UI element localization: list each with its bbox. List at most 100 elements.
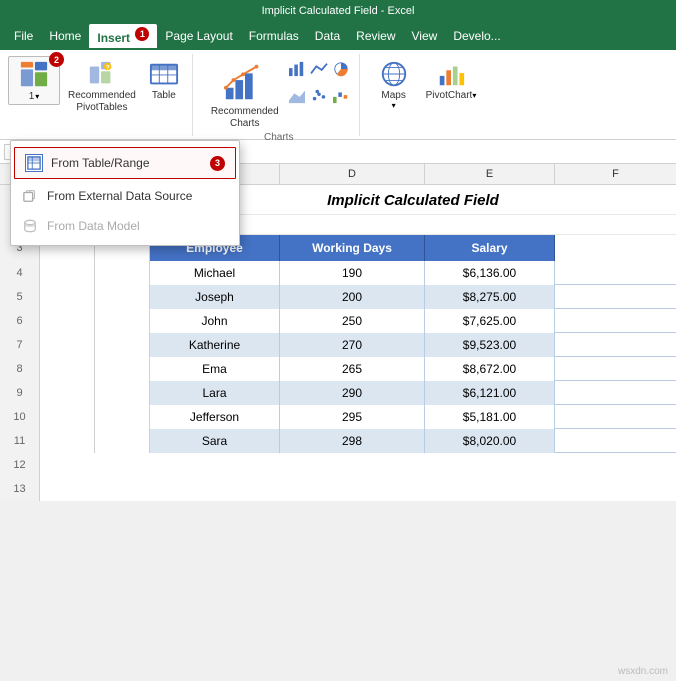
row-num-8: 8 — [0, 357, 40, 381]
cell-ema-days[interactable]: 265 — [280, 357, 425, 381]
title-text: Implicit Calculated Field - Excel — [262, 5, 415, 17]
menu-insert[interactable]: Insert 1 — [89, 24, 157, 48]
cell-michael-days[interactable]: 190 — [280, 261, 425, 285]
row-num-11: 11 — [0, 429, 40, 453]
line-chart-button[interactable] — [309, 60, 329, 83]
cell-lara-days[interactable]: 290 — [280, 381, 425, 405]
row-num-10: 10 — [0, 405, 40, 429]
cell-ema[interactable]: Ema — [150, 357, 280, 381]
menu-formulas[interactable]: Formulas — [241, 26, 307, 46]
table-header-salary[interactable]: Salary — [425, 235, 555, 261]
cell-sara-days[interactable]: 298 — [280, 429, 425, 453]
pivot-chart-button[interactable]: PivotChart ▾ — [422, 56, 481, 103]
from-table-range-badge: 3 — [210, 156, 225, 171]
table-label: Table — [152, 90, 176, 101]
cell-lara-salary[interactable]: $6,121.00 — [425, 381, 555, 405]
bar-chart-button[interactable] — [287, 60, 307, 83]
waterfall-chart-button[interactable] — [331, 87, 351, 110]
pivot-table-button[interactable]: 1 ▾ 2 — [8, 56, 60, 105]
recommended-charts-button[interactable]: RecommendedCharts — [207, 56, 283, 132]
row-12: 12 — [0, 453, 676, 477]
pie-chart-button[interactable] — [331, 60, 351, 83]
menu-data[interactable]: Data — [307, 26, 348, 46]
row-num-13: 13 — [0, 477, 40, 501]
row-10: 10 Jefferson 295 $5,181.00 — [0, 405, 676, 429]
menu-review[interactable]: Review — [348, 26, 403, 46]
row-9: 9 Lara 290 $6,121.00 — [0, 381, 676, 405]
menu-page-layout[interactable]: Page Layout — [157, 26, 240, 46]
row-num-4: 4 — [0, 261, 40, 285]
cell-john-days[interactable]: 250 — [280, 309, 425, 333]
from-data-model-item[interactable]: From Data Model — [11, 211, 239, 241]
row-num-6: 6 — [0, 309, 40, 333]
row-8: 8 Ema 265 $8,672.00 — [0, 357, 676, 381]
col-header-E[interactable]: E — [425, 164, 555, 184]
col-header-F[interactable]: F — [555, 164, 676, 184]
row-11: 11 Sara 298 $8,020.00 — [0, 429, 676, 453]
from-table-range-item[interactable]: From Table/Range 3 — [14, 147, 236, 179]
row-num-9: 9 — [0, 381, 40, 405]
pivot-chart-label: PivotChart — [426, 90, 473, 101]
cell-jefferson-days[interactable]: 295 — [280, 405, 425, 429]
menu-bar: File Home Insert 1 Page Layout Formulas … — [0, 22, 676, 50]
row-num-12: 12 — [0, 453, 40, 477]
row-6: 6 John 250 $7,625.00 — [0, 309, 676, 333]
ribbon-group-charts: RecommendedCharts — [199, 54, 360, 136]
pivot-chart-icon — [435, 58, 467, 90]
maps-button[interactable]: Maps ▾ — [374, 56, 414, 112]
ribbon: 1 ▾ 2 ? RecommendedPivotTables — [0, 50, 676, 140]
row-5: 5 Joseph 200 $8,275.00 — [0, 285, 676, 309]
maps-icon — [378, 58, 410, 90]
recommended-charts-icon — [221, 58, 269, 106]
recommended-pivot-button[interactable]: ? RecommendedPivotTables — [64, 56, 140, 116]
menu-home[interactable]: Home — [41, 26, 89, 46]
cell-katherine-days[interactable]: 270 — [280, 333, 425, 357]
cell-jefferson-salary[interactable]: $5,181.00 — [425, 405, 555, 429]
watermark: wsxdn.com — [618, 666, 668, 677]
pivot-dropdown-arrow: ▾ — [35, 92, 39, 101]
cell-michael-salary[interactable]: $6,136.00 — [425, 261, 555, 285]
from-external-label: From External Data Source — [47, 189, 192, 203]
cell-katherine[interactable]: Katherine — [150, 333, 280, 357]
cell-joseph-salary[interactable]: $8,275.00 — [425, 285, 555, 309]
cell-sara[interactable]: Sara — [150, 429, 280, 453]
title-bar: Implicit Calculated Field - Excel — [0, 0, 676, 22]
from-external-data-item[interactable]: From External Data Source — [11, 181, 239, 211]
menu-file[interactable]: File — [6, 26, 41, 46]
pivot-table-badge: 2 — [49, 52, 64, 67]
pivot-table-icon — [18, 59, 50, 91]
cell-ema-salary[interactable]: $8,672.00 — [425, 357, 555, 381]
table-header-workingdays[interactable]: Working Days — [280, 235, 425, 261]
table-button[interactable]: Table — [144, 56, 184, 103]
cell-joseph-days[interactable]: 200 — [280, 285, 425, 309]
cell-katherine-salary[interactable]: $9,523.00 — [425, 333, 555, 357]
cell-lara[interactable]: Lara — [150, 381, 280, 405]
svg-text:?: ? — [106, 64, 110, 71]
table-data-rows: 4 Michael 190 $6,136.00 5 Joseph 200 $8,… — [0, 261, 676, 453]
row-7: 7 Katherine 270 $9,523.00 — [0, 333, 676, 357]
row-13: 13 — [0, 477, 676, 501]
ribbon-group-maps: Maps ▾ PivotChart ▾ — [366, 54, 489, 136]
cell-john-salary[interactable]: $7,625.00 — [425, 309, 555, 333]
cell-joseph[interactable]: Joseph — [150, 285, 280, 309]
recommended-pivot-label: RecommendedPivotTables — [68, 90, 136, 114]
recommended-pivot-icon: ? — [86, 58, 118, 90]
ribbon-group-tables: 1 ▾ 2 ? RecommendedPivotTables — [8, 54, 193, 136]
row-num-5: 5 — [0, 285, 40, 309]
cell-jefferson[interactable]: Jefferson — [150, 405, 280, 429]
menu-view[interactable]: View — [404, 26, 446, 46]
table-icon — [148, 58, 180, 90]
maps-label: Maps — [381, 90, 405, 101]
insert-badge: 1 — [135, 27, 149, 41]
area-chart-button[interactable] — [287, 87, 307, 110]
row-num-7: 7 — [0, 333, 40, 357]
cell-sara-salary[interactable]: $8,020.00 — [425, 429, 555, 453]
col-header-D[interactable]: D — [280, 164, 425, 184]
pivot-dropdown-menu: From Table/Range 3 From External Data So… — [10, 140, 240, 246]
external-data-icon — [21, 187, 39, 205]
cell-michael[interactable]: Michael — [150, 261, 280, 285]
scatter-chart-button[interactable] — [309, 87, 329, 110]
menu-develop[interactable]: Develo... — [445, 26, 508, 46]
from-data-model-label: From Data Model — [47, 219, 140, 233]
cell-john[interactable]: John — [150, 309, 280, 333]
